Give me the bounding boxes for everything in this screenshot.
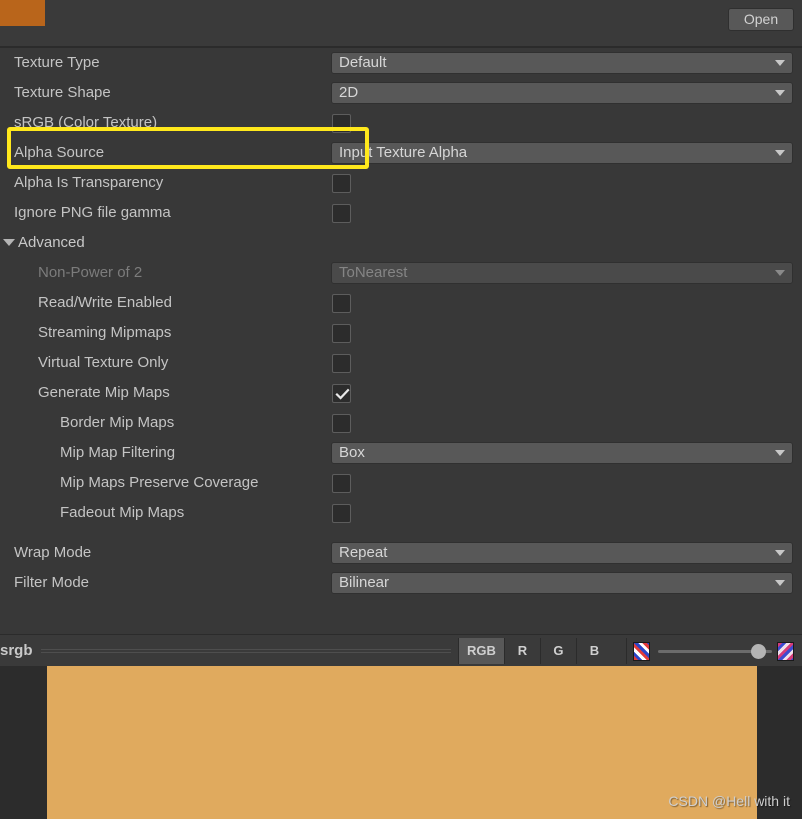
checkbox-fadeout-mip-maps[interactable] [332, 504, 351, 523]
property-label: Texture Type [14, 54, 100, 71]
checkbox-read-write-enabled[interactable] [332, 294, 351, 313]
dropdown-alpha-source[interactable]: Input Texture Alpha [331, 142, 793, 164]
basic-settings-group: Texture Type Default Texture Shape 2D sRGB (… [0, 48, 802, 228]
mip-level-group [626, 638, 798, 664]
property-row: Texture Shape 2D [0, 78, 802, 108]
chevron-down-icon [3, 239, 15, 246]
chevron-down-icon [775, 270, 785, 276]
mip-high-icon[interactable] [777, 641, 794, 661]
checkbox-alpha-is-transparency[interactable] [332, 174, 351, 193]
property-label: Generate Mip Maps [38, 384, 170, 401]
dropdown-value: 2D [339, 84, 359, 101]
property-label: Fadeout Mip Maps [60, 504, 185, 521]
property-row: Wrap Mode Repeat [0, 538, 802, 568]
texture-preview-area: CSDN @Hell with it [0, 666, 802, 819]
dropdown-wrap-mode[interactable]: Repeat [331, 542, 793, 564]
toolbar-separator [41, 649, 451, 653]
dropdown-non-power-of-2: ToNearest [331, 262, 793, 284]
property-label: Ignore PNG file gamma [14, 204, 171, 221]
chevron-down-icon [775, 450, 785, 456]
checkbox-mip-maps-preserve-coverage[interactable] [332, 474, 351, 493]
channel-button-rgb[interactable]: RGB [458, 638, 504, 664]
property-label: Non-Power of 2 [38, 264, 143, 281]
property-row: Generate Mip Maps [0, 378, 802, 408]
property-label: Mip Maps Preserve Coverage [60, 474, 259, 491]
channel-button-r[interactable]: R [503, 638, 540, 664]
property-row: Filter Mode Bilinear [0, 568, 802, 598]
watermark-label: CSDN @Hell with it [668, 793, 790, 809]
property-row: Texture Type Default [0, 48, 802, 78]
advanced-foldout-label: Advanced [18, 234, 85, 251]
property-label: Border Mip Maps [60, 414, 175, 431]
wrap-filter-group: Wrap Mode Repeat Filter Mode Bilinear [0, 538, 802, 598]
advanced-foldout[interactable]: Advanced [0, 228, 802, 258]
open-button[interactable]: Open [728, 8, 794, 31]
dropdown-value: Bilinear [339, 574, 390, 591]
chevron-down-icon [775, 150, 785, 156]
property-label: Streaming Mipmaps [38, 324, 172, 341]
property-row: Mip Maps Preserve Coverage [0, 468, 802, 498]
property-row: Read/Write Enabled [0, 288, 802, 318]
channel-button-group: RGB R G B [458, 638, 612, 664]
dropdown-value: Input Texture Alpha [339, 144, 468, 161]
property-label: Alpha Is Transparency [14, 174, 164, 191]
dropdown-texture-type[interactable]: Default [331, 52, 793, 74]
property-label: Read/Write Enabled [38, 294, 172, 311]
property-label: Wrap Mode [14, 544, 92, 561]
dropdown-filter-mode[interactable]: Bilinear [331, 572, 793, 594]
dropdown-value: Default [339, 54, 387, 71]
property-label: Virtual Texture Only [38, 354, 169, 371]
property-row: Border Mip Maps [0, 408, 802, 438]
mip-low-icon[interactable] [633, 641, 650, 661]
property-list: Texture Type Default Texture Shape 2D sRGB (… [0, 48, 802, 634]
dropdown-value: Repeat [339, 544, 388, 561]
property-row: sRGB (Color Texture) [0, 108, 802, 138]
property-label: sRGB (Color Texture) [14, 114, 158, 131]
asset-tab-swatch[interactable] [0, 0, 45, 26]
channel-button-g[interactable]: G [539, 638, 576, 664]
preview-toolbar: srgb RGB R G B [0, 634, 802, 666]
checkbox-ignore-png-file-gamma[interactable] [332, 204, 351, 223]
property-row: Virtual Texture Only [0, 348, 802, 378]
unity-texture-import-inspector: Open Texture Type Default Texture Shape 2D s… [0, 0, 802, 819]
dropdown-value: ToNearest [339, 264, 408, 281]
property-row: Non-Power of 2 ToNearest [0, 258, 802, 288]
dropdown-texture-shape[interactable]: 2D [331, 82, 793, 104]
checkbox-streaming-mipmaps[interactable] [332, 324, 351, 343]
property-row: Alpha Source Input Texture Alpha [0, 138, 802, 168]
property-row: Fadeout Mip Maps [0, 498, 802, 528]
checkbox-virtual-texture-only[interactable] [332, 354, 351, 373]
dropdown-mip-map-filtering[interactable]: Box [331, 442, 793, 464]
chevron-down-icon [775, 550, 785, 556]
mip-level-slider[interactable] [658, 642, 772, 660]
dropdown-value: Box [339, 444, 365, 461]
mip-slider-knob[interactable] [750, 644, 766, 659]
chevron-down-icon [775, 90, 785, 96]
property-label: Texture Shape [14, 84, 111, 101]
channel-button-b[interactable]: B [575, 638, 612, 664]
property-row: Streaming Mipmaps [0, 318, 802, 348]
chevron-down-icon [775, 580, 785, 586]
check-icon [335, 388, 350, 400]
property-row: Mip Map Filtering Box [0, 438, 802, 468]
preview-asset-name: srgb [0, 642, 33, 659]
property-label: Mip Map Filtering [60, 444, 176, 461]
checkbox-srgb-color-texture[interactable] [332, 114, 351, 133]
checkbox-border-mip-maps[interactable] [332, 414, 351, 433]
property-label: Filter Mode [14, 574, 90, 591]
texture-preview-image[interactable] [47, 666, 757, 819]
property-label: Alpha Source [14, 144, 105, 161]
property-row: Alpha Is Transparency [0, 168, 802, 198]
property-row: Ignore PNG file gamma [0, 198, 802, 228]
inspector-header: Open [0, 0, 802, 46]
chevron-down-icon [775, 60, 785, 66]
checkbox-generate-mip-maps[interactable] [332, 384, 351, 403]
advanced-settings-group: Non-Power of 2 ToNearest Read/Write Enable… [0, 258, 802, 528]
